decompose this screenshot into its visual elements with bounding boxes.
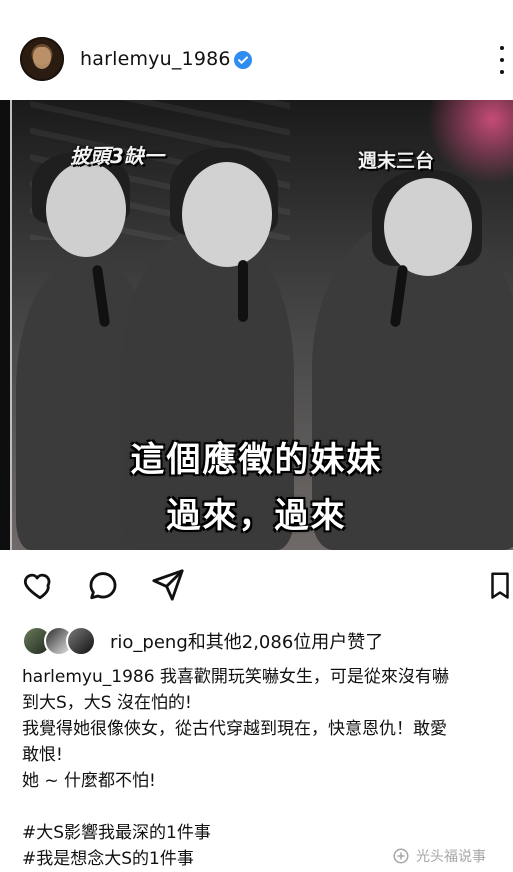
liked-by-avatars — [22, 626, 98, 656]
post-username[interactable]: harlemyu_1986 — [80, 48, 231, 70]
subtitle-line-2: 過來，過來 — [166, 496, 347, 536]
caption-text-line-3: 我覺得她很像俠女，從古代穿越到現在，快意恩仇！敢愛 — [22, 719, 447, 739]
post-actions — [0, 565, 513, 611]
profile-avatar[interactable] — [20, 37, 64, 81]
caption-text-line-5: 她 ~ 什麼都不怕! — [22, 771, 156, 791]
send-icon[interactable] — [148, 565, 188, 605]
caption-username[interactable]: harlemyu_1986 — [22, 667, 155, 687]
likes-row[interactable]: rio_peng和其他2,086位用户赞了 — [22, 626, 502, 656]
face-right — [384, 178, 472, 276]
microphone-center — [238, 260, 248, 322]
likes-text[interactable]: rio_peng和其他2,086位用户赞了 — [110, 628, 383, 654]
tv-screenshot: 披頭3缺一 週末三台 — [10, 100, 513, 550]
face-center — [182, 162, 272, 267]
watermark-text: 光头福说事 — [416, 849, 486, 865]
post-header: harlemyu_1986 — [0, 0, 513, 100]
more-dots-icon[interactable] — [497, 46, 507, 74]
caption-text-line-2: 到大S，大S 沒在怕的! — [22, 693, 192, 713]
show-logo-left: 披頭3缺一 — [70, 144, 164, 168]
caption-text-line-4: 敢恨! — [22, 745, 63, 765]
post-caption: harlemyu_1986 我喜歡開玩笑嚇女生，可是從來沒有嚇 到大S，大S 沒… — [22, 664, 494, 872]
watermark-icon — [393, 848, 409, 864]
face-left — [46, 162, 126, 257]
caption-first-line: harlemyu_1986 我喜歡開玩笑嚇女生，可是從來沒有嚇 — [22, 664, 494, 690]
caption-text-line-1: 我喜歡開玩笑嚇女生，可是從來沒有嚇 — [154, 667, 449, 687]
verified-badge-icon — [234, 51, 252, 69]
watermark: 光头福说事 — [392, 846, 486, 866]
hashtag-1[interactable]: #大S影響我最深的1件事 — [22, 820, 494, 846]
bookmark-icon[interactable] — [480, 565, 513, 605]
heart-icon[interactable] — [20, 565, 60, 605]
post-image[interactable]: 披頭3缺一 週末三台 這個應徵的妹妹 過來，過來 — [0, 100, 513, 550]
channel-logo-right: 週末三台 — [358, 150, 435, 172]
liked-by-avatar — [66, 626, 96, 656]
comment-icon[interactable] — [83, 565, 123, 605]
subtitle-line-1: 這個應徵的妹妹 — [130, 440, 383, 480]
